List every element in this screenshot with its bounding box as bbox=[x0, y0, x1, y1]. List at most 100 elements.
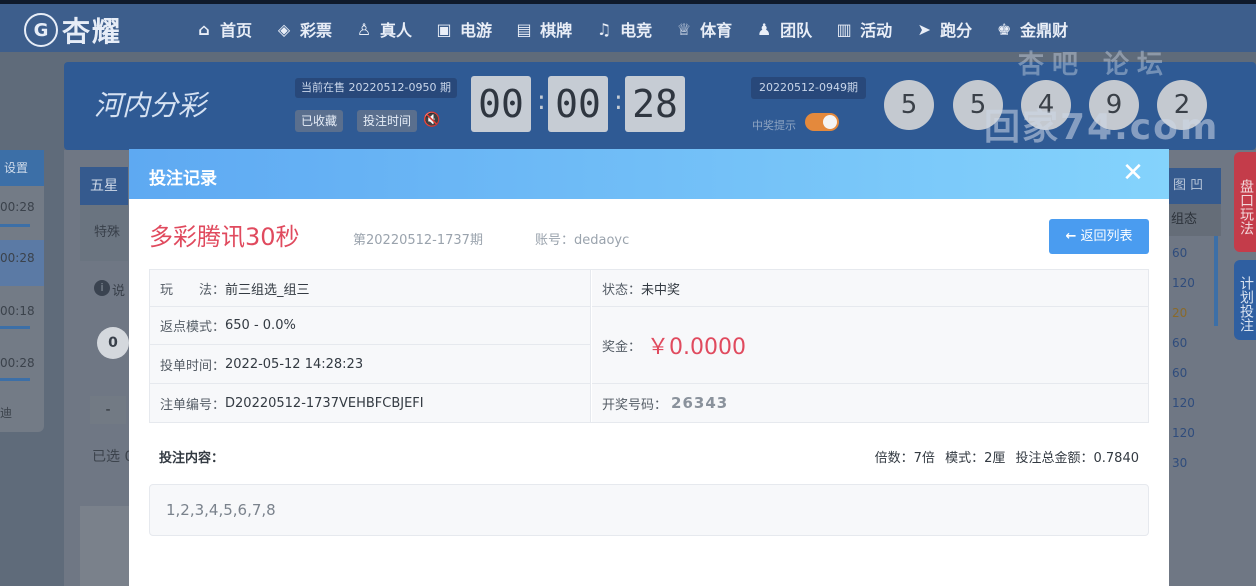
right-column-header: 图 凹 bbox=[1169, 168, 1221, 204]
nav-item-run[interactable]: ➤ 跑分 bbox=[914, 14, 972, 44]
right-value: 120 bbox=[1172, 426, 1195, 440]
timer-hours: 00 bbox=[471, 76, 531, 132]
play-label: 玩 法： bbox=[160, 282, 226, 298]
countdown-bar bbox=[0, 224, 30, 227]
right-value: 120 bbox=[1172, 276, 1195, 290]
timer-minutes: 00 bbox=[548, 76, 608, 132]
nav-menu: ⌂ 首页 ◈ 彩票 ♙ 真人 ▣ 电游 ▤ 棋牌 ♫ 电竞 ♕ 体育 ♟ 团队 ▥ 活动 ➤ 跑分 … bbox=[194, 14, 1090, 44]
timer-colon: : bbox=[537, 86, 546, 116]
side-tab-plan[interactable]: 计划投注 bbox=[1234, 260, 1256, 340]
right-scrollbar[interactable] bbox=[1214, 236, 1218, 326]
win-number-label: 开奖号码： bbox=[602, 397, 668, 413]
prize-value: ￥0.0000 bbox=[647, 335, 746, 360]
nav-label: 团队 bbox=[780, 21, 813, 40]
five-star-tab[interactable]: 五星 bbox=[80, 167, 128, 205]
nav-label: 跑分 bbox=[940, 21, 973, 40]
play-value: 前三组选_组三 bbox=[225, 282, 310, 298]
modal-header: 投注记录 ✕ bbox=[129, 149, 1169, 199]
gift-icon: ▥ bbox=[836, 19, 852, 39]
play-row: 玩 法： 前三组选_组三 bbox=[150, 270, 591, 307]
right-value: 120 bbox=[1172, 396, 1195, 410]
mode: 模式：2厘 bbox=[945, 451, 1006, 466]
bet-detail-table: 玩 法： 前三组选_组三 状态： 未中奖 返点模式： 650 - 0.0% 奖金… bbox=[149, 269, 1149, 423]
nav-item-cards[interactable]: ▤ 棋牌 bbox=[514, 14, 573, 44]
nav-item-sports[interactable]: ♕ 体育 bbox=[674, 14, 732, 44]
status-value: 未中奖 bbox=[641, 282, 681, 298]
number-ball[interactable]: 0 bbox=[97, 327, 129, 359]
nav-item-jinding[interactable]: ♚ 金鼎财 bbox=[994, 14, 1068, 44]
issue-number: 第20220512-1737期 bbox=[353, 233, 483, 248]
close-icon[interactable]: ✕ bbox=[1121, 160, 1145, 186]
win-number-row: 开奖号码： 26343 bbox=[592, 384, 1148, 422]
nav-item-lottery[interactable]: ◈ 彩票 bbox=[274, 14, 332, 44]
arrow-left-icon: ← bbox=[1065, 229, 1077, 244]
countdown-text: 00:28 bbox=[0, 251, 35, 265]
person-icon: ♙ bbox=[356, 19, 372, 39]
nav-label: 电游 bbox=[460, 21, 493, 40]
gamepad-icon: ♫ bbox=[596, 19, 612, 39]
total-amount: 投注总金额：0.7840 bbox=[1015, 451, 1140, 466]
nav-item-promo[interactable]: ▥ 活动 bbox=[834, 14, 893, 44]
nav-item-esports[interactable]: ♫ 电竞 bbox=[594, 14, 652, 44]
special-tab[interactable]: 特殊 bbox=[80, 205, 128, 261]
rebate-row: 返点模式： 650 - 0.0% bbox=[150, 307, 591, 345]
rebate-value: 650 - 0.0% bbox=[225, 318, 296, 333]
bet-content-box: 1,2,3,4,5,6,7,8 bbox=[149, 484, 1149, 536]
right-value: 60 bbox=[1172, 366, 1188, 380]
win-number-value: 26343 bbox=[671, 394, 729, 412]
countdown-text: 00:28 bbox=[0, 356, 35, 370]
right-value: 20 bbox=[1172, 306, 1188, 320]
lottery-name: 多彩腾讯30秒 bbox=[149, 223, 300, 251]
car-icon: ➤ bbox=[917, 19, 931, 39]
watermark-top: 杏吧 论坛 bbox=[1018, 50, 1172, 80]
nav-label: 彩票 bbox=[300, 21, 333, 40]
mute-icon[interactable]: 🔇 bbox=[423, 112, 440, 128]
bet-summary: 倍数：7倍 模式：2厘 投注总金额：0.7840 bbox=[869, 447, 1139, 466]
nav-item-slots[interactable]: ▣ 电游 bbox=[434, 14, 492, 44]
bet-content-label: 投注内容： bbox=[159, 451, 225, 466]
prize-label: 奖金： bbox=[602, 339, 642, 355]
modal-title: 投注记录 bbox=[149, 169, 217, 189]
nav-item-home[interactable]: ⌂ 首页 bbox=[194, 14, 252, 44]
countdown-text: 00:18 bbox=[0, 304, 35, 318]
logo-emblem-icon: G bbox=[24, 13, 58, 47]
prize-row: 奖金： ￥0.0000 bbox=[592, 307, 1148, 384]
settings-tab[interactable]: 设置 bbox=[0, 150, 44, 186]
right-value: 60 bbox=[1172, 336, 1188, 350]
site-logo[interactable]: G 杏耀 bbox=[24, 12, 122, 48]
time-label: 投单时间： bbox=[160, 358, 226, 374]
timer-colon: : bbox=[614, 86, 623, 116]
time-value: 2022-05-12 14:28:23 bbox=[225, 356, 364, 372]
result-ball: 5 bbox=[884, 80, 934, 130]
slot-machine-icon: ▣ bbox=[436, 19, 452, 39]
selected-count: 已选 0 bbox=[92, 449, 134, 465]
nav-label: 棋牌 bbox=[540, 21, 573, 40]
timer-seconds: 28 bbox=[625, 76, 685, 132]
minus-button[interactable]: - bbox=[90, 396, 126, 424]
right-value: 30 bbox=[1172, 456, 1188, 470]
nav-label: 首页 bbox=[220, 21, 253, 40]
current-issue: 当前在售 20220512-0950 期 bbox=[295, 78, 457, 98]
cards-icon: ▤ bbox=[516, 19, 532, 39]
prize-hint-toggle[interactable] bbox=[805, 113, 839, 131]
left-extra-text: 迪 bbox=[0, 406, 13, 420]
nav-item-team[interactable]: ♟ 团队 bbox=[754, 14, 812, 44]
right-column-subheader: 组态 bbox=[1169, 204, 1221, 236]
status-label: 状态： bbox=[602, 282, 642, 298]
back-to-list-button[interactable]: ← 返回列表 bbox=[1049, 219, 1149, 254]
lottery-icon: ◈ bbox=[277, 19, 291, 39]
nav-item-live[interactable]: ♙ 真人 bbox=[354, 14, 412, 44]
countdown-bar bbox=[0, 326, 30, 329]
order-row: 注单编号： D20220512-1737VEHBFCBJEFI bbox=[150, 384, 591, 422]
favorite-button[interactable]: 已收藏 bbox=[295, 110, 344, 132]
left-panel bbox=[0, 150, 44, 432]
status-row: 状态： 未中奖 bbox=[592, 270, 1148, 307]
nav-label: 体育 bbox=[700, 21, 733, 40]
rebate-label: 返点模式： bbox=[160, 320, 226, 335]
last-issue: 20220512-0949期 bbox=[751, 77, 866, 99]
countdown-bar bbox=[0, 378, 30, 381]
nav-label: 活动 bbox=[860, 21, 893, 40]
bet-time-button[interactable]: 投注时间 bbox=[357, 110, 418, 132]
side-tab-pankou[interactable]: 盘口玩法 bbox=[1234, 152, 1256, 252]
watermark-bottom: 回家74.com bbox=[984, 107, 1220, 148]
